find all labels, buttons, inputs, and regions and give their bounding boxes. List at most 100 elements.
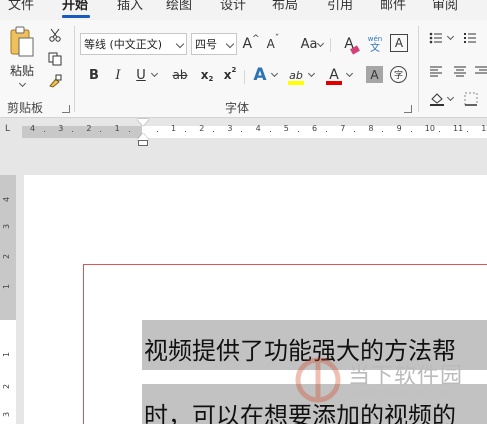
ruler-strip (22, 126, 487, 138)
font-size-dropdown[interactable]: 四号 (191, 33, 237, 55)
font-color-swatch (326, 81, 342, 85)
tab-design[interactable]: 设计 (220, 0, 246, 13)
font-color-caret[interactable] (345, 69, 354, 78)
tab-selector-icon[interactable]: L (5, 124, 10, 134)
clipboard-dialog-launcher[interactable] (62, 105, 70, 113)
ruler-tick-mark (72, 131, 74, 132)
tab-references[interactable]: 引用 (327, 0, 353, 13)
ruler-tick-label: 2 (199, 124, 205, 133)
font-size-value: 四号 (195, 38, 217, 51)
copy-icon (48, 52, 62, 66)
borders-icon (464, 92, 478, 106)
ruler-tick-label: 12 (481, 124, 487, 133)
paste-button[interactable]: 粘贴 (4, 26, 40, 88)
ruler-tick-label: 11 (453, 124, 464, 133)
font-group-label: 字体 (225, 101, 250, 115)
font-name-dropdown[interactable]: 等线 (中文正文) (80, 33, 187, 55)
align-left-icon (430, 66, 442, 77)
highlight-button[interactable]: ab (286, 64, 306, 86)
watermark-url: www.downxia.com (350, 386, 453, 399)
strikethrough-icon: ab (172, 68, 188, 82)
group-separator (418, 26, 419, 112)
italic-button[interactable]: I (108, 64, 128, 86)
shading-button[interactable] (428, 90, 446, 108)
character-border-button[interactable]: A (390, 34, 408, 52)
clipboard-group-label: 剪贴板 (7, 101, 44, 115)
ruler-tick-mark (410, 131, 412, 132)
tab-home[interactable]: 开始 (62, 0, 88, 13)
tab-draw[interactable]: 绘图 (166, 0, 192, 13)
borders-button[interactable] (462, 90, 480, 108)
character-shading-icon: A (370, 67, 379, 82)
inline-separator (244, 70, 245, 84)
paste-dropdown-caret[interactable] (18, 79, 27, 88)
ruler-tick-mark (128, 131, 130, 132)
phonetic-guide-button[interactable]: wén 文 (364, 31, 386, 57)
vertical-ruler-tick-label: 2 (2, 383, 12, 390)
format-painter-icon (49, 74, 62, 88)
subscript-2: 2 (208, 75, 214, 83)
shrink-caret-icon: ˇ (274, 34, 280, 44)
underline-icon: U (136, 67, 146, 83)
font-color-button[interactable]: A (324, 64, 344, 86)
vertical-ruler-tick-label: 2 (2, 253, 12, 260)
ruler-tick-mark (213, 131, 215, 132)
tab-layout[interactable]: 布局 (272, 0, 298, 13)
text-effects-caret[interactable] (270, 69, 279, 78)
shading-caret[interactable] (446, 93, 455, 102)
align-left-button[interactable] (428, 64, 444, 80)
subscript-icon: x (200, 68, 209, 82)
ruler-tick-label: 10 (424, 124, 435, 133)
tab-file[interactable]: 文件 (8, 0, 34, 13)
watermark-logo (295, 357, 341, 403)
tab-review[interactable]: 审阅 (432, 0, 458, 13)
align-right-button[interactable] (474, 64, 487, 80)
left-indent-marker[interactable] (138, 140, 148, 146)
superscript-button[interactable]: x2 (220, 64, 240, 86)
format-painter-button[interactable] (46, 72, 64, 90)
ruler-left-margin (22, 126, 142, 138)
tab-insert[interactable]: 插入 (117, 0, 143, 13)
font-dialog-launcher[interactable] (404, 105, 412, 113)
copy-button[interactable] (46, 50, 64, 68)
enclose-characters-button[interactable]: 字 (390, 66, 407, 83)
character-shading-button[interactable]: A (366, 66, 383, 83)
enclose-characters-icon: 字 (393, 71, 403, 81)
first-line-indent-marker[interactable] (137, 119, 149, 126)
grow-font-button[interactable]: A ^ (241, 33, 261, 55)
underline-button[interactable]: U (131, 64, 151, 86)
vertical-ruler-tick-label: 3 (2, 223, 12, 230)
cut-button[interactable] (46, 26, 64, 44)
ruler-tick-label: 2 (86, 124, 92, 133)
text-effects-button[interactable]: A (250, 63, 270, 87)
tab-mailings[interactable]: 邮件 (380, 0, 406, 13)
group-separator (74, 26, 75, 112)
bullets-button[interactable] (428, 30, 444, 46)
vertical-ruler-tick-label: 1 (2, 351, 12, 358)
change-case-button[interactable]: Aa (294, 33, 325, 55)
font-name-value: 等线 (中文正文) (84, 38, 163, 51)
underline-dropdown-caret[interactable] (150, 69, 159, 78)
bold-button[interactable]: B (84, 64, 104, 86)
bullets-icon (429, 32, 442, 44)
subscript-button[interactable]: x2 (197, 64, 217, 86)
ruler-tick-mark (354, 131, 356, 132)
phonetic-char: 文 (370, 43, 380, 54)
chevron-down-icon (225, 39, 235, 49)
bullets-caret[interactable] (446, 32, 455, 41)
change-case-icon: Aa (300, 36, 318, 52)
shrink-font-button[interactable]: Aˇ (263, 33, 283, 55)
bold-icon: B (89, 67, 99, 83)
strikethrough-button[interactable]: ab (168, 64, 192, 86)
clear-formatting-button[interactable]: A (338, 33, 360, 55)
numbering-button[interactable] (462, 30, 478, 46)
ruler-tick-label: 1 (114, 124, 120, 133)
hanging-indent-marker[interactable] (137, 133, 149, 140)
ruler-tick-mark (100, 131, 102, 132)
ribbon-tabs: 文件 开始 插入 绘图 设计 布局 引用 邮件 审阅 (0, 0, 487, 20)
align-center-button[interactable] (452, 64, 468, 80)
highlight-caret[interactable] (307, 69, 316, 78)
ruler-tick-mark (467, 131, 468, 132)
ruler-tick-mark (326, 131, 327, 132)
italic-icon: I (115, 67, 121, 83)
